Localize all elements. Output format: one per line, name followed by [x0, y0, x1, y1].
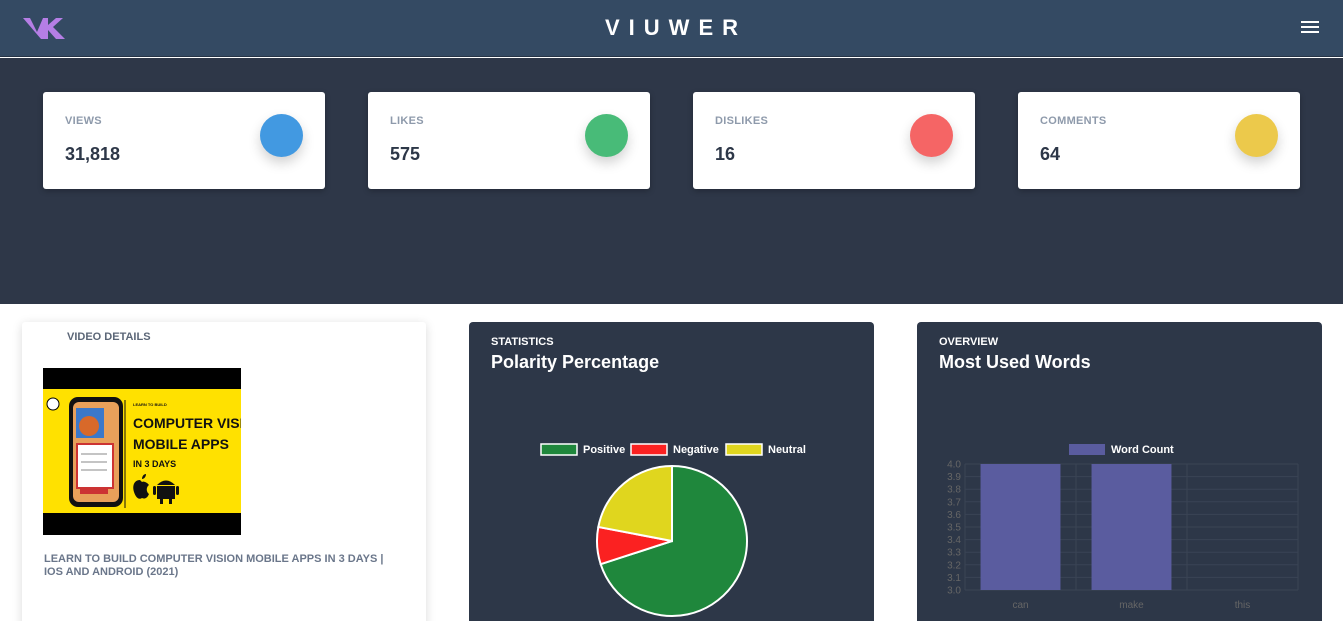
polarity-pie-chart: Positive Negative Neutral [540, 443, 806, 617]
y-tick-label: 3.8 [947, 485, 961, 496]
comments-value: 64 [1040, 144, 1061, 164]
y-tick-label: 3.5 [947, 523, 961, 534]
dislikes-indicator-icon [910, 114, 953, 157]
views-label: VIEWS [65, 115, 102, 127]
thumbnail-badge: LEARN TO BUILD [133, 402, 167, 407]
app-brand: VIUWER [605, 15, 747, 40]
video-details-card: VIDEO DETAILS LEARN TO BUILD COMPUTER VI… [22, 322, 426, 621]
legend-swatch-negative[interactable] [630, 443, 668, 456]
bar-make[interactable] [1091, 464, 1172, 590]
y-tick-label: 3.9 [947, 472, 961, 483]
likes-value: 575 [390, 144, 421, 164]
video-title[interactable]: LEARN TO BUILD COMPUTER VISION MOBILE AP… [44, 553, 404, 579]
thumbnail-line2: MOBILE APPS [133, 436, 229, 452]
comments-indicator-icon [1235, 114, 1278, 157]
pie-slice-neutral[interactable] [597, 464, 673, 543]
video-thumbnail[interactable]: LEARN TO BUILD COMPUTER VISION MOBILE AP… [43, 368, 241, 535]
y-tick-label: 3.7 [947, 497, 961, 508]
legend-swatch-word-count[interactable] [1069, 444, 1105, 455]
x-tick-label: make [1119, 600, 1144, 611]
views-value: 31,818 [65, 144, 121, 164]
video-details-title: VIDEO DETAILS [67, 331, 151, 343]
comments-label: COMMENTS [1040, 115, 1107, 127]
legend-label-negative[interactable]: Negative [673, 444, 719, 456]
dislikes-label: DISLIKES [715, 115, 769, 127]
y-tick-label: 3.6 [947, 510, 961, 521]
likes-indicator-icon [585, 114, 628, 157]
statistics-card: STATISTICS Polarity Percentage Positive N… [469, 322, 874, 621]
bar-can[interactable] [980, 464, 1061, 590]
views-card: VIEWS 31,818 [43, 92, 325, 189]
word-count-bar-chart: Word Count 4.03.9 3.83.7 3.6 3.53.4 3.33.2 3.1… [947, 444, 1299, 611]
thumbnail-line1: COMPUTER VISION [133, 415, 241, 431]
dislikes-value: 16 [715, 144, 736, 164]
x-tick-label: can [1012, 600, 1028, 611]
likes-card: LIKES 575 [368, 92, 650, 189]
y-tick-label: 3.3 [947, 548, 961, 559]
legend-label-neutral[interactable]: Neutral [768, 444, 806, 456]
comments-card: COMMENTS 64 [1018, 92, 1300, 189]
legend-swatch-positive[interactable] [540, 443, 578, 456]
y-tick-label: 4.0 [947, 460, 961, 471]
y-tick-label: 3.2 [947, 560, 961, 571]
likes-label: LIKES [390, 115, 424, 127]
legend-label-word-count[interactable]: Word Count [1111, 444, 1174, 456]
views-indicator-icon [260, 114, 303, 157]
y-tick-label: 3.0 [947, 586, 961, 597]
legend-label-positive[interactable]: Positive [583, 444, 625, 456]
hamburger-menu-icon[interactable] [1301, 21, 1319, 35]
dislikes-card: DISLIKES 16 [693, 92, 975, 189]
thumbnail-line3: IN 3 DAYS [133, 459, 176, 469]
legend-swatch-neutral[interactable] [725, 443, 763, 456]
x-tick-label: this [1235, 600, 1251, 611]
navbar: VIUWER [0, 0, 1343, 57]
y-tick-label: 3.1 [947, 573, 961, 584]
overview-card: OVERVIEW Most Used Words Word Count 4.0 3.… [917, 322, 1322, 621]
y-tick-label: 3.4 [947, 535, 961, 546]
